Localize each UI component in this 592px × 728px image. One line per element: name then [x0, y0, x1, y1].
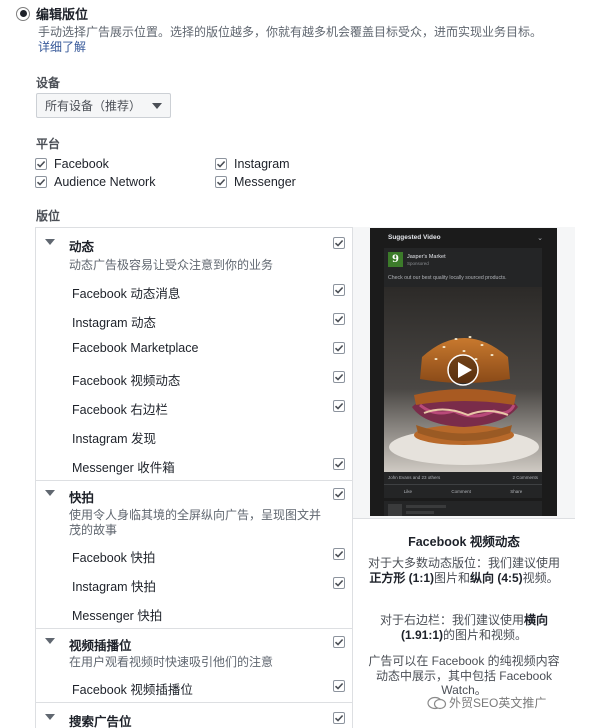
placement-label: Facebook 动态消息: [72, 287, 181, 301]
group-name: 快拍: [69, 491, 95, 505]
checkbox-checked[interactable]: [333, 237, 345, 249]
placement-row[interactable]: Messenger 收件箱: [36, 450, 352, 479]
placement-label: Instagram 快拍: [72, 580, 157, 594]
placement-label: Facebook 快拍: [72, 551, 156, 565]
chevron-down-icon[interactable]: [45, 490, 55, 496]
preview-title: Facebook 视频动态: [408, 535, 520, 549]
divider: [36, 702, 352, 703]
placement-label: Facebook 视频动态: [72, 374, 181, 388]
platform-label: Instagram: [234, 157, 290, 171]
edit-placements-radio[interactable]: [16, 6, 30, 21]
post-text: Check out our best quality locally sourc…: [388, 275, 507, 281]
chevron-down-icon[interactable]: [45, 714, 55, 720]
placement-row[interactable]: Facebook 快拍: [36, 540, 352, 569]
group-name: 搜索广告位: [69, 715, 132, 728]
group-name: 视频插播位: [69, 639, 132, 653]
preview-header: Suggested Video ⌄: [370, 228, 557, 248]
edit-placements-label: 编辑版位: [36, 7, 89, 22]
platform-label: Facebook: [54, 157, 109, 171]
watermark-text: 外贸SEO英文推广: [449, 696, 547, 710]
preview-recommendation-right-column: 对于右边栏：我们建议使用横向 (1.91:1)的图片和视频。: [379, 613, 549, 642]
group-search[interactable]: 搜索广告位: [36, 704, 352, 728]
placement-row[interactable]: Facebook 动态消息: [36, 276, 352, 305]
placement-label: Messenger 收件箱: [72, 461, 175, 475]
comment-action: Comment: [451, 489, 471, 494]
page-name: Jasper's Market: [407, 254, 446, 260]
chevron-down-icon: ⌄: [537, 235, 543, 242]
chevron-down-icon: [152, 102, 162, 109]
group-name: 动态: [69, 240, 95, 254]
chevron-down-icon[interactable]: [45, 638, 55, 644]
checkbox-checked[interactable]: [35, 176, 47, 188]
checkbox-checked[interactable]: [333, 284, 345, 296]
placement-label: Instagram 发现: [72, 432, 157, 446]
platform-audience-network[interactable]: Audience Network: [35, 175, 155, 189]
placement-row[interactable]: Instagram 发现: [36, 421, 352, 450]
chevron-down-icon[interactable]: [45, 239, 55, 245]
placements-label: 版位: [36, 209, 61, 223]
platform-instagram[interactable]: Instagram: [215, 157, 290, 171]
platform-facebook[interactable]: Facebook: [35, 157, 109, 171]
platform-label: Messenger: [234, 175, 296, 189]
placement-row[interactable]: Facebook 视频插播位: [36, 672, 352, 701]
checkbox-checked[interactable]: [333, 400, 345, 412]
placement-label: Facebook Marketplace: [72, 341, 199, 355]
checkbox-checked[interactable]: [333, 371, 345, 383]
group-description: 使用令人身临其境的全屏纵向广告，呈现图文并茂的故事: [69, 508, 322, 537]
checkbox-checked[interactable]: [333, 342, 345, 354]
devices-label: 设备: [36, 76, 61, 90]
placement-row[interactable]: Facebook 右边栏: [36, 392, 352, 421]
next-post-placeholder: [384, 498, 542, 516]
placement-row[interactable]: Facebook Marketplace: [36, 334, 352, 363]
share-action: Share: [510, 489, 523, 494]
watermark: 外贸SEO英文推广: [427, 694, 546, 711]
preview-post: 9 Jasper's Market Sponsored Check out ou…: [384, 248, 542, 498]
checkbox-checked[interactable]: [333, 488, 345, 500]
placement-label: Facebook 视频插播位: [72, 683, 193, 697]
placement-row[interactable]: Facebook 视频动态: [36, 363, 352, 392]
preview-recommendation-watch: 广告可以在 Facebook 的纯视频内容动态中展示，其中包括 Facebook…: [368, 654, 560, 697]
group-feeds[interactable]: 动态: [36, 229, 352, 257]
platforms-label: 平台: [36, 137, 61, 151]
placement-row[interactable]: Instagram 快拍: [36, 569, 352, 598]
group-description: 动态广告极容易让受众注意到你的业务: [69, 258, 274, 272]
sponsored-label: Sponsored: [407, 261, 429, 266]
checkbox-checked[interactable]: [35, 158, 47, 170]
checkbox-checked[interactable]: [215, 176, 227, 188]
placement-row[interactable]: Instagram 动态: [36, 305, 352, 334]
platform-label: Audience Network: [54, 175, 156, 189]
checkbox-checked[interactable]: [333, 577, 345, 589]
preview-recommendation-feeds: 对于大多数动态版位：我们建议使用正方形 (1:1)图片和纵向 (4:5)视频。: [367, 556, 560, 585]
burger-video-thumbnail: [384, 287, 542, 472]
checkbox-checked[interactable]: [333, 458, 345, 470]
checkbox-checked[interactable]: [333, 680, 345, 692]
checkbox-checked[interactable]: [215, 158, 227, 170]
ad-preview-phone: Suggested Video ⌄ 9 Jasper's Market Spon…: [370, 228, 557, 516]
like-action: Like: [403, 489, 412, 494]
learn-more-link[interactable]: 详细了解: [38, 40, 86, 54]
group-stories[interactable]: 快拍: [36, 480, 352, 508]
reaction-summary: John Evans and 23 others: [388, 475, 441, 480]
placements-list: 动态 动态广告极容易让受众注意到你的业务 Facebook 动态消息 Insta…: [35, 227, 353, 728]
placement-row[interactable]: Messenger 快拍: [36, 598, 352, 627]
platform-messenger[interactable]: Messenger: [215, 175, 296, 189]
group-in-stream[interactable]: 视频插播位: [36, 628, 352, 656]
page-logo: 9: [388, 252, 403, 267]
placements-description: 手动选择广告展示位置。选择的版位越多，你就有越多机会覆盖目标受众，进而实现业务目…: [38, 25, 543, 54]
placement-label: Messenger 快拍: [72, 609, 163, 623]
post-actions: Like Comment Share: [384, 484, 542, 498]
checkbox-checked[interactable]: [333, 313, 345, 325]
checkbox-checked[interactable]: [333, 712, 345, 724]
preview-header-title: Suggested Video: [388, 234, 441, 241]
group-description: 在用户观看视频时快速吸引他们的注意: [69, 655, 274, 669]
comment-count: 2 Comments: [512, 475, 538, 480]
placement-label: Facebook 右边栏: [72, 403, 168, 417]
placement-label: Instagram 动态: [72, 316, 157, 330]
checkbox-checked[interactable]: [333, 548, 345, 560]
checkbox-checked[interactable]: [333, 636, 345, 648]
edit-placements-option[interactable]: 编辑版位: [16, 4, 88, 23]
chat-icon: [427, 696, 447, 709]
devices-selected-value: 所有设备（推荐）: [45, 99, 142, 113]
devices-dropdown[interactable]: 所有设备（推荐）: [36, 93, 171, 118]
